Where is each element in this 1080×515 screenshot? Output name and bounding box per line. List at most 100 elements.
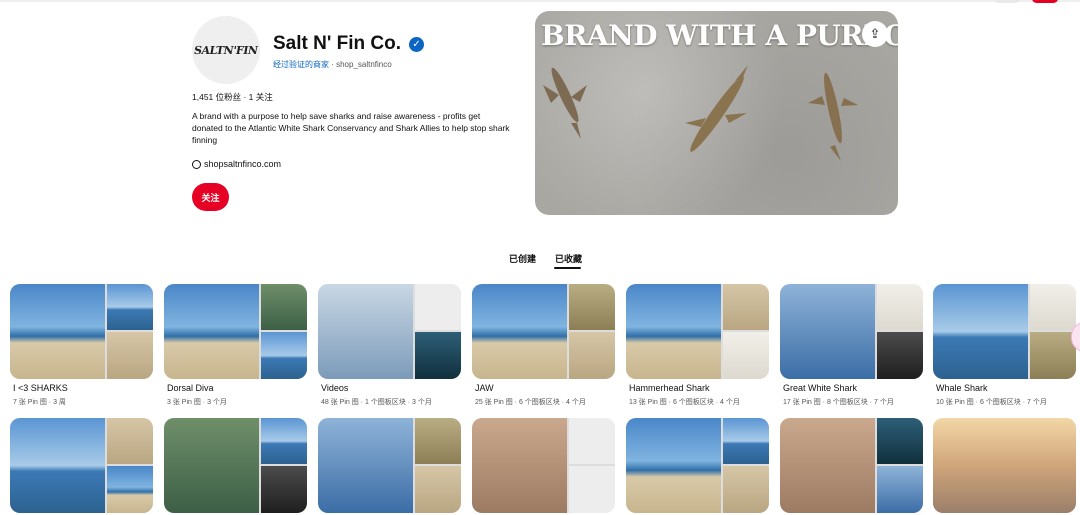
board-cover[interactable] bbox=[933, 418, 1076, 513]
board-cover-image bbox=[780, 284, 875, 379]
board-cover[interactable] bbox=[626, 418, 769, 513]
profile-handle: shop_saltnfinco bbox=[336, 60, 392, 69]
board-card[interactable]: Whale Shark 10 张 Pin 图 · 6 个图板区块 · 7 个月 bbox=[933, 284, 1076, 406]
board-cover[interactable] bbox=[10, 284, 153, 379]
board-cover-image bbox=[933, 418, 1076, 513]
verified-icon: ✓ bbox=[409, 36, 425, 52]
board-cover-image bbox=[569, 332, 615, 379]
profile-avatar[interactable]: SALTN'FIN bbox=[192, 16, 260, 84]
board-cover-image bbox=[10, 418, 105, 513]
board-card[interactable] bbox=[626, 418, 769, 513]
board-cover-image bbox=[472, 284, 567, 379]
board-cover-image bbox=[472, 418, 567, 513]
board-title[interactable]: Dorsal Diva bbox=[167, 383, 214, 393]
board-cover-image bbox=[415, 284, 461, 330]
board-cover-image bbox=[723, 284, 769, 330]
board-meta: 3 张 Pin 图 · 3 个月 bbox=[167, 399, 227, 406]
board-cover-image bbox=[723, 466, 769, 513]
board-cover-image bbox=[569, 418, 615, 464]
board-cover-image bbox=[107, 418, 153, 464]
verified-merchant-label[interactable]: 经过验证的商家 bbox=[273, 60, 329, 69]
board-cover-image bbox=[261, 332, 307, 379]
board-cover-image bbox=[107, 284, 153, 330]
board-title[interactable]: Hammerhead Shark bbox=[629, 383, 710, 393]
board-cover-image bbox=[164, 418, 259, 513]
board-cover-image bbox=[877, 466, 923, 513]
board-card[interactable]: Hammerhead Shark 13 张 Pin 图 · 6 个图板区块 · … bbox=[626, 284, 769, 406]
board-cover-image bbox=[261, 284, 307, 330]
banner-title: BRAND WITH A PURPOSE bbox=[541, 19, 898, 52]
board-title[interactable]: Whale Shark bbox=[936, 383, 988, 393]
board-cover-image bbox=[164, 284, 259, 379]
board-cover-image bbox=[415, 466, 461, 513]
verified-merchant-row: 经过验证的商家 · shop_saltnfinco bbox=[273, 59, 392, 70]
board-card[interactable] bbox=[933, 418, 1076, 513]
board-meta: 7 张 Pin 图 · 3 周 bbox=[13, 399, 66, 406]
board-meta: 13 张 Pin 图 · 6 个图板区块 · 4 个月 bbox=[629, 399, 740, 406]
brand-logo: SALTN'FIN bbox=[193, 43, 259, 57]
board-title[interactable]: I <3 SHARKS bbox=[13, 383, 68, 393]
board-card[interactable] bbox=[472, 418, 615, 513]
board-cover-image bbox=[877, 332, 923, 379]
follower-stats[interactable]: 1,451 位粉丝 · 1 关注 bbox=[192, 91, 273, 103]
board-card[interactable] bbox=[318, 418, 461, 513]
board-cover[interactable] bbox=[164, 284, 307, 379]
board-card[interactable] bbox=[10, 418, 153, 513]
board-cover-image bbox=[723, 332, 769, 379]
profile-bio: A brand with a purpose to help save shar… bbox=[192, 111, 510, 145]
board-cover-image bbox=[877, 284, 923, 330]
board-cover-image bbox=[780, 418, 875, 513]
board-cover-image bbox=[318, 418, 413, 513]
board-cover[interactable] bbox=[780, 418, 923, 513]
board-cover-image bbox=[261, 418, 307, 464]
follow-button[interactable]: 关注 bbox=[192, 183, 229, 211]
board-title[interactable]: Videos bbox=[321, 383, 348, 393]
board-card[interactable]: I <3 SHARKS 7 张 Pin 图 · 3 周 bbox=[10, 284, 153, 406]
share-button[interactable]: ⇪ bbox=[862, 21, 888, 47]
board-cover[interactable] bbox=[164, 418, 307, 513]
board-card[interactable] bbox=[164, 418, 307, 513]
shark-left-illustration bbox=[543, 67, 587, 139]
tab-saved[interactable]: 已收藏 bbox=[555, 252, 582, 265]
board-card[interactable] bbox=[780, 418, 923, 513]
board-meta: 10 张 Pin 图 · 6 个图板区块 · 7 个月 bbox=[936, 399, 1047, 406]
board-card[interactable]: JAW 25 张 Pin 图 · 6 个图板区块 · 4 个月 bbox=[472, 284, 615, 406]
board-cover-image bbox=[569, 284, 615, 330]
active-tab-indicator bbox=[554, 267, 581, 269]
board-cover[interactable] bbox=[780, 284, 923, 379]
board-cover[interactable] bbox=[318, 284, 461, 379]
board-cover[interactable] bbox=[933, 284, 1076, 379]
globe-icon bbox=[192, 159, 201, 169]
top-action[interactable] bbox=[1032, 0, 1058, 3]
top-divider bbox=[0, 0, 1080, 2]
board-cover[interactable] bbox=[472, 418, 615, 513]
tab-created[interactable]: 已创建 bbox=[509, 252, 536, 265]
board-cover-image bbox=[723, 418, 769, 464]
board-meta: 25 张 Pin 图 · 6 个图板区块 · 4 个月 bbox=[475, 399, 586, 406]
profile-name: Salt N' Fin Co. bbox=[273, 33, 402, 54]
top-control[interactable] bbox=[994, 0, 1020, 3]
board-cover-image bbox=[318, 284, 413, 379]
board-cover-image bbox=[933, 284, 1028, 379]
board-cover-image bbox=[415, 332, 461, 379]
profile-name-row: Salt N' Fin Co. ✓ bbox=[273, 33, 425, 55]
board-cover[interactable] bbox=[472, 284, 615, 379]
website-link[interactable]: shopsaltnfinco.com bbox=[204, 159, 281, 169]
board-cover-image bbox=[261, 466, 307, 513]
board-cover[interactable] bbox=[318, 418, 461, 513]
board-cover[interactable] bbox=[10, 418, 153, 513]
board-cover[interactable] bbox=[626, 284, 769, 379]
board-meta: 17 张 Pin 图 · 8 个图板区块 · 7 个月 bbox=[783, 399, 894, 406]
board-card[interactable]: Great White Shark 17 张 Pin 图 · 8 个图板区块 ·… bbox=[780, 284, 923, 406]
board-card[interactable]: Videos 48 张 Pin 图 · 1 个图板区块 · 3 个月 bbox=[318, 284, 461, 406]
shark-center-illustration bbox=[685, 65, 748, 152]
board-cover-image bbox=[626, 284, 721, 379]
board-title[interactable]: JAW bbox=[475, 383, 494, 393]
board-card[interactable]: Dorsal Diva 3 张 Pin 图 · 3 个月 bbox=[164, 284, 307, 406]
board-cover-image bbox=[107, 466, 153, 513]
profile-banner: BRAND WITH A PURPOSE bbox=[535, 11, 898, 215]
board-title[interactable]: Great White Shark bbox=[783, 383, 857, 393]
website-link-row[interactable]: shopsaltnfinco.com bbox=[192, 159, 281, 169]
board-meta: 48 张 Pin 图 · 1 个图板区块 · 3 个月 bbox=[321, 399, 432, 406]
board-cover-image bbox=[415, 418, 461, 464]
